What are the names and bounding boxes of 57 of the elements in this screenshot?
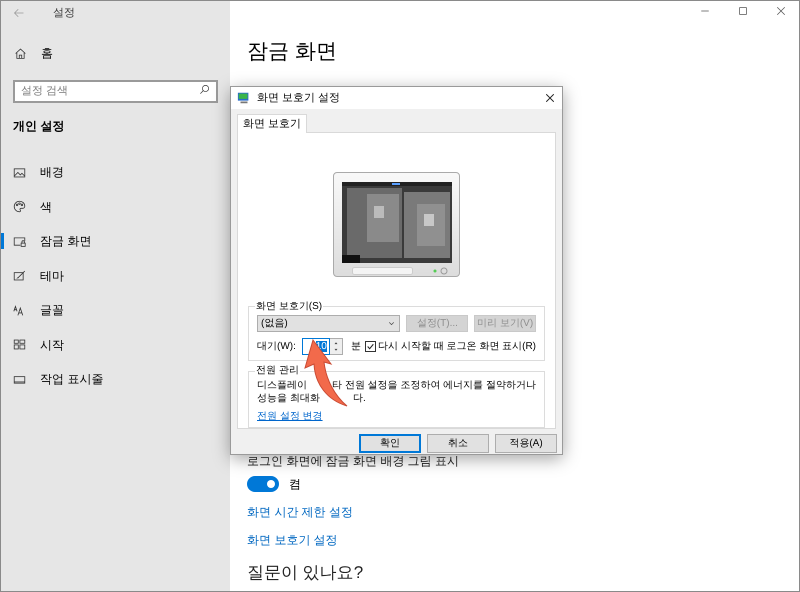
palette-icon — [13, 200, 26, 214]
settings-link[interactable]: 화면 시간 제한 설정 — [247, 503, 354, 519]
sidebar-item[interactable]: 테마 — [1, 258, 230, 293]
dialog-button[interactable]: 취소 — [427, 434, 489, 453]
selection-indicator — [1, 233, 4, 249]
brush-icon — [13, 269, 26, 282]
sidebar-item[interactable]: 배경 — [1, 155, 230, 190]
tiles-icon — [13, 338, 26, 352]
home-link[interactable]: 홈 — [1, 43, 53, 63]
setting-label: 로그인 화면에 잠금 화면 배경 그림 표시 — [247, 453, 460, 468]
maximize-icon[interactable] — [737, 5, 749, 17]
sidebar-item-label: 잠금 화면 — [40, 233, 92, 250]
section-heading: 질문이 있나요? — [247, 562, 364, 584]
page-title: 잠금 화면 — [247, 39, 338, 65]
sidebar-item-label: 색 — [40, 198, 52, 216]
field-label: 대기(W): — [257, 340, 297, 354]
power-settings-link[interactable]: 전원 설정 변경 — [257, 410, 323, 424]
check-icon — [366, 342, 376, 351]
lock-screen-icon — [13, 234, 26, 248]
search-icon — [199, 84, 210, 95]
dialog-button[interactable]: 적용(A) — [495, 434, 557, 453]
close-icon[interactable] — [544, 92, 556, 104]
dialog-button[interactable]: 확인 — [359, 434, 421, 453]
unit-label: 분 — [350, 340, 362, 354]
monitor-icon — [237, 91, 251, 105]
sidebar-item-label: 시작 — [40, 336, 64, 354]
sidebar-item[interactable]: 색 — [1, 190, 230, 224]
section-heading: 개인 설정 — [12, 118, 66, 135]
font-icon — [13, 304, 26, 317]
description-text: 성능을 최대화 — [257, 392, 321, 406]
close-icon[interactable] — [775, 5, 787, 17]
sidebar-item-label: 배경 — [40, 164, 64, 182]
checkbox[interactable] — [365, 341, 376, 352]
group-title: 전원 관리 — [255, 364, 300, 378]
sidebar-item-label: 글꼴 — [40, 302, 64, 320]
sidebar-item[interactable]: 작업 표시줄 — [1, 362, 230, 396]
sidebar-item-label: 테마 — [40, 268, 64, 285]
checkbox-label: 다시 시작할 때 로그온 화면 표시(R) — [378, 340, 536, 354]
sidebar-item-label: 작업 표시줄 — [40, 371, 104, 388]
toggle-state-label: 켬 — [289, 476, 301, 493]
sidebar-item[interactable]: 글꼴 — [1, 293, 230, 328]
arrow-down-icon — [332, 347, 339, 354]
description-text: 타 전원 설정을 조정하여 에너지를 절약하거나 — [332, 379, 536, 392]
image-icon — [13, 166, 26, 179]
description-text: 디스플레이 — [257, 379, 308, 392]
search-field[interactable]: 설정 검색 — [13, 80, 218, 102]
toggle-switch[interactable] — [247, 476, 279, 492]
screensaver-dropdown[interactable]: (없음) — [257, 315, 400, 332]
tab[interactable]: 화면 보호기 — [237, 114, 308, 133]
window-title: 설정 — [53, 6, 75, 21]
settings-link[interactable]: 화면 보호기 설정 — [247, 531, 338, 547]
description-text: 다. — [353, 392, 366, 406]
sidebar-item[interactable]: 시작 — [1, 328, 230, 362]
group-title: 화면 보호기(S) — [255, 299, 324, 314]
dialog-title: 화면 보호기 설정 — [257, 90, 342, 106]
home-icon — [14, 46, 27, 60]
arrow-up-icon — [332, 340, 339, 346]
